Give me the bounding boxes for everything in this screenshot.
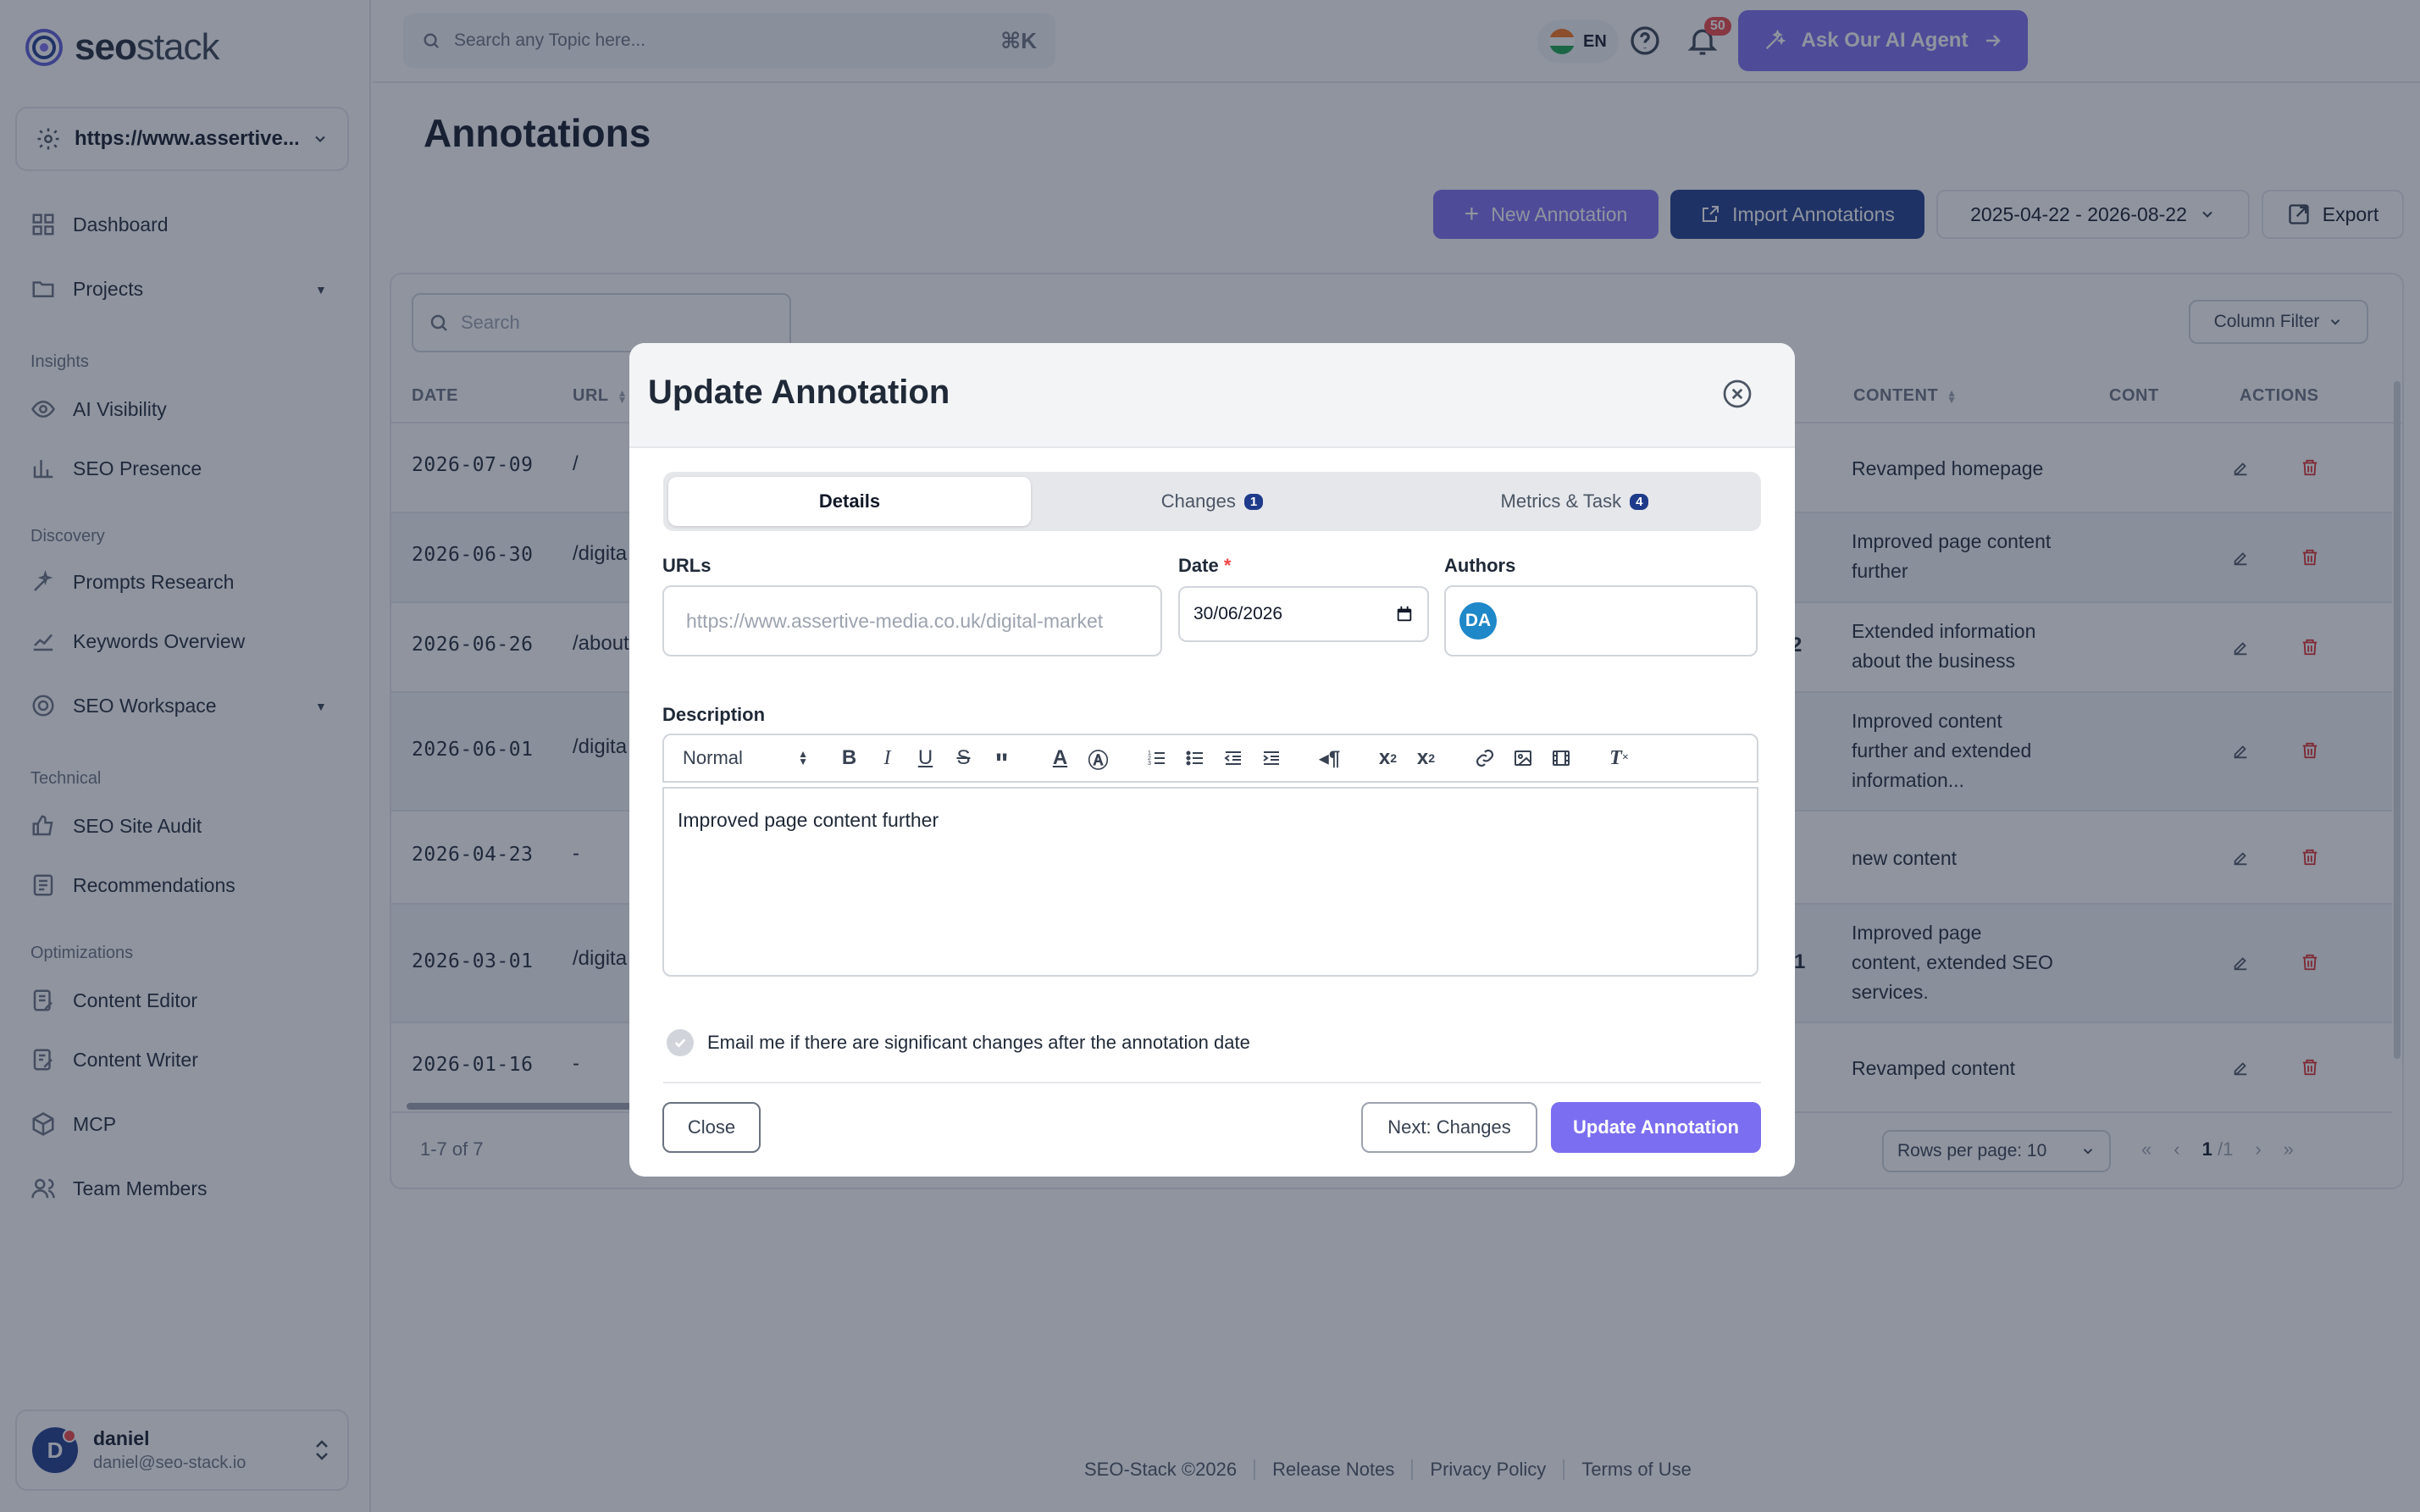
highlight-color-icon[interactable]: Ⓐ [1079, 741, 1117, 775]
description-editor[interactable]: Improved page content further [662, 787, 1758, 977]
blockquote-icon[interactable]: " [983, 741, 1021, 778]
text-direction-icon[interactable]: ◂¶ [1310, 741, 1348, 775]
bold-icon[interactable]: B [830, 741, 868, 775]
outdent-icon[interactable] [1214, 741, 1252, 775]
urls-input[interactable]: https://www.assertive-media.co.uk/digita… [662, 585, 1162, 656]
update-annotation-button[interactable]: Update Annotation [1551, 1102, 1761, 1153]
email-notify-option[interactable]: Email me if there are significant change… [667, 1029, 1250, 1056]
date-label: Date * [1178, 555, 1231, 577]
check-icon [674, 1038, 686, 1048]
divider [663, 1082, 1761, 1083]
subscript-icon[interactable]: x2 [1369, 741, 1407, 775]
format-value: Normal [683, 747, 743, 768]
authors-label: Authors [1444, 555, 1516, 576]
tab-details[interactable]: Details [668, 477, 1031, 526]
underline-icon[interactable]: U [906, 741, 944, 775]
image-icon[interactable] [1504, 741, 1542, 775]
rich-text-toolbar: Normal ▲ ▼ B I U S " A Ⓐ 123 ◂¶ x 2 x 2 … [662, 734, 1758, 783]
description-label: Description [662, 704, 766, 725]
tab-label: Metrics & Task [1500, 490, 1622, 512]
tab-label: Details [818, 490, 881, 512]
next-changes-button[interactable]: Next: Changes [1361, 1102, 1537, 1153]
video-icon[interactable] [1542, 741, 1580, 775]
email-notify-label: Email me if there are significant change… [707, 1032, 1250, 1053]
date-label-text: Date [1178, 555, 1219, 576]
italic-icon[interactable]: I [868, 741, 906, 775]
svg-text:3: 3 [1148, 761, 1151, 767]
format-select[interactable]: Normal ▲ ▼ [683, 747, 808, 769]
tab-label: Changes [1160, 490, 1236, 512]
tab-metrics-task[interactable]: Metrics & Task 4 [1393, 477, 1756, 526]
checkbox[interactable] [667, 1029, 694, 1056]
app-root: seostack https://www.assertive... Dashbo… [0, 0, 2420, 1512]
calendar-icon[interactable] [1395, 605, 1414, 623]
update-annotation-modal: Update Annotation Details Changes 1 Metr… [629, 343, 1795, 1177]
authors-input[interactable]: DA [1444, 585, 1758, 656]
required-marker: * [1223, 555, 1232, 576]
clear-formatting-icon[interactable]: T × [1600, 741, 1638, 775]
date-input[interactable]: 30/06/2026 [1178, 586, 1429, 642]
ordered-list-icon[interactable]: 123 [1138, 741, 1176, 775]
select-arrows-icon: ▲ ▼ [798, 748, 808, 767]
superscript-icon[interactable]: x2 [1407, 741, 1445, 775]
author-chip[interactable]: DA [1459, 602, 1497, 640]
close-icon[interactable] [1722, 379, 1753, 409]
close-button[interactable]: Close [662, 1102, 761, 1153]
indent-icon[interactable] [1252, 741, 1290, 775]
count-badge: 1 [1243, 493, 1264, 510]
date-value: 30/06/2026 [1193, 604, 1283, 623]
text-color-icon[interactable]: A [1041, 741, 1079, 775]
urls-label: URLs [662, 555, 712, 576]
modal-header: Update Annotation [629, 343, 1795, 448]
modal-title: Update Annotation [648, 374, 950, 411]
modal-tabs: Details Changes 1 Metrics & Task 4 [663, 472, 1761, 531]
tab-changes[interactable]: Changes 1 [1031, 477, 1393, 526]
strikethrough-icon[interactable]: S [944, 741, 983, 775]
link-icon[interactable] [1465, 741, 1504, 775]
count-badge: 4 [1630, 493, 1649, 510]
bullet-list-icon[interactable] [1176, 741, 1214, 775]
